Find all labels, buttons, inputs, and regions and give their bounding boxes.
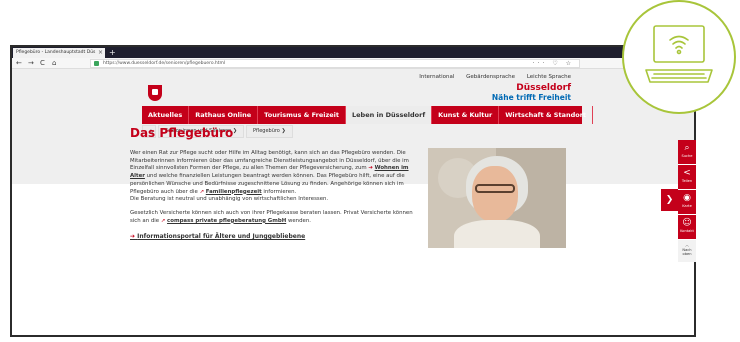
search-icon: ⌕ bbox=[684, 143, 690, 153]
chevron-up-icon: ︿ bbox=[685, 243, 689, 247]
tab-bar: Pflegebüro - Landeshauptstadt Düs × + bbox=[12, 47, 694, 58]
private-insured-paragraph: Gesetzlich Versicherte können sich auch … bbox=[130, 210, 420, 225]
menu-item-kunst[interactable]: Kunst & Kultur bbox=[432, 106, 500, 124]
link-informationsportal[interactable]: ➔ Informationsportal für Ältere und Jung… bbox=[130, 233, 420, 240]
arrow-link-icon: ➔ bbox=[368, 165, 373, 172]
photo-shirt bbox=[454, 220, 540, 248]
map-button[interactable]: ◉ Karte bbox=[678, 190, 696, 215]
contact-icon: ☺ bbox=[682, 218, 692, 228]
map-label: Karte bbox=[682, 204, 692, 208]
external-link-icon: ↗ bbox=[160, 217, 166, 224]
photo-face bbox=[472, 166, 518, 222]
brand-logo[interactable]: Düsseldorf Nähe trifft Freiheit bbox=[492, 83, 571, 102]
sidebar-toggle-button[interactable]: ❯ bbox=[661, 189, 678, 211]
city-crest-icon[interactable] bbox=[148, 85, 162, 101]
tab-close-icon[interactable]: × bbox=[98, 48, 103, 58]
reload-button[interactable]: C bbox=[40, 58, 45, 69]
link-compass[interactable]: compass private pflegeberatung GmbH bbox=[167, 218, 286, 224]
link-familienpflegezeit[interactable]: Familienpflegezeit bbox=[206, 189, 262, 195]
browser-tab[interactable]: Pflegebüro - Landeshauptstadt Düs × bbox=[13, 48, 105, 58]
contact-label: Kontakt bbox=[680, 229, 694, 233]
contact-button[interactable]: ☺ Kontakt bbox=[678, 215, 696, 240]
photo-glasses bbox=[475, 184, 515, 193]
home-button[interactable]: ⌂ bbox=[52, 58, 56, 69]
menu-item-tourismus[interactable]: Tourismus & Freizeit bbox=[258, 106, 346, 124]
tab-title: Pflegebüro - Landeshauptstadt Düs bbox=[16, 50, 96, 55]
menu-item-aktuelles[interactable]: Aktuelles bbox=[142, 106, 190, 124]
back-to-top-button[interactable]: ︿ Nach oben bbox=[678, 240, 696, 262]
brand-claim: Nähe trifft Freiheit bbox=[491, 93, 571, 102]
address-bar[interactable]: https://www.duesseldorf.de/senioren/pfle… bbox=[90, 59, 580, 68]
url-text: https://www.duesseldorf.de/senioren/pfle… bbox=[103, 61, 226, 66]
lock-icon bbox=[94, 61, 99, 66]
link-international[interactable]: International bbox=[419, 74, 454, 80]
link-sign-language[interactable]: Gebärdensprache bbox=[466, 74, 515, 80]
intro-text-3: informieren. bbox=[263, 188, 297, 195]
share-label: Teilen bbox=[681, 179, 693, 183]
menu-item-rathaus-online[interactable]: Rathaus Online bbox=[189, 106, 259, 124]
share-button[interactable]: < Teilen bbox=[678, 165, 696, 190]
back-button[interactable]: ← bbox=[16, 58, 22, 69]
back-to-top-label: Nach oben bbox=[682, 248, 692, 256]
brand-city: Düsseldorf bbox=[516, 83, 571, 93]
page-title: Das Pflegebüro bbox=[130, 126, 234, 140]
search-label: Suche bbox=[681, 154, 693, 158]
share-icon: < bbox=[683, 168, 691, 178]
toolbar-icons[interactable]: ··· ♡ ☆ bbox=[533, 58, 574, 69]
senior-woman-photo bbox=[428, 148, 566, 248]
external-link-icon: ↗ bbox=[199, 188, 205, 195]
map-pin-icon: ◉ bbox=[683, 193, 691, 203]
menu-item-leben[interactable]: Leben in Düsseldorf bbox=[345, 106, 433, 124]
menu-item-wirtschaft[interactable]: Wirtschaft & Standort bbox=[499, 106, 594, 124]
laptop-wifi-badge bbox=[622, 0, 736, 114]
service-sidebar: ⌕ Suche < Teilen ◉ Karte ☺ Kontakt ︿ Nac… bbox=[678, 140, 696, 262]
intro-text-4: Die Beratung ist neutral und unabhängig … bbox=[130, 196, 329, 203]
main-menu: Aktuelles Rathaus Online Tourismus & Fre… bbox=[142, 106, 594, 124]
search-button[interactable]: ⌕ Suche bbox=[678, 140, 696, 165]
intro-paragraph: Wer einen Rat zur Pflege sucht oder Hilf… bbox=[130, 150, 420, 204]
link-informationsportal-label: Informationsportal für Ältere und Jungge… bbox=[137, 233, 306, 241]
navigation-bar: ← → C ⌂ https://www.duesseldorf.de/senio… bbox=[12, 58, 694, 69]
screenshot-stage: Pflegebüro - Landeshauptstadt Düs × + ← … bbox=[0, 0, 740, 342]
laptop-wifi-icon bbox=[645, 25, 713, 83]
new-tab-button[interactable]: + bbox=[109, 47, 116, 58]
main-content: Das Pflegebüro Wer einen Rat zur Pflege … bbox=[130, 126, 420, 240]
forward-button[interactable]: → bbox=[28, 58, 34, 69]
arrow-link-icon: ➔ bbox=[130, 233, 136, 241]
private-text-2: wenden. bbox=[287, 217, 311, 224]
top-links: International Gebärdensprache Leichte Sp… bbox=[409, 74, 571, 80]
link-easy-language[interactable]: Leichte Sprache bbox=[527, 74, 571, 80]
